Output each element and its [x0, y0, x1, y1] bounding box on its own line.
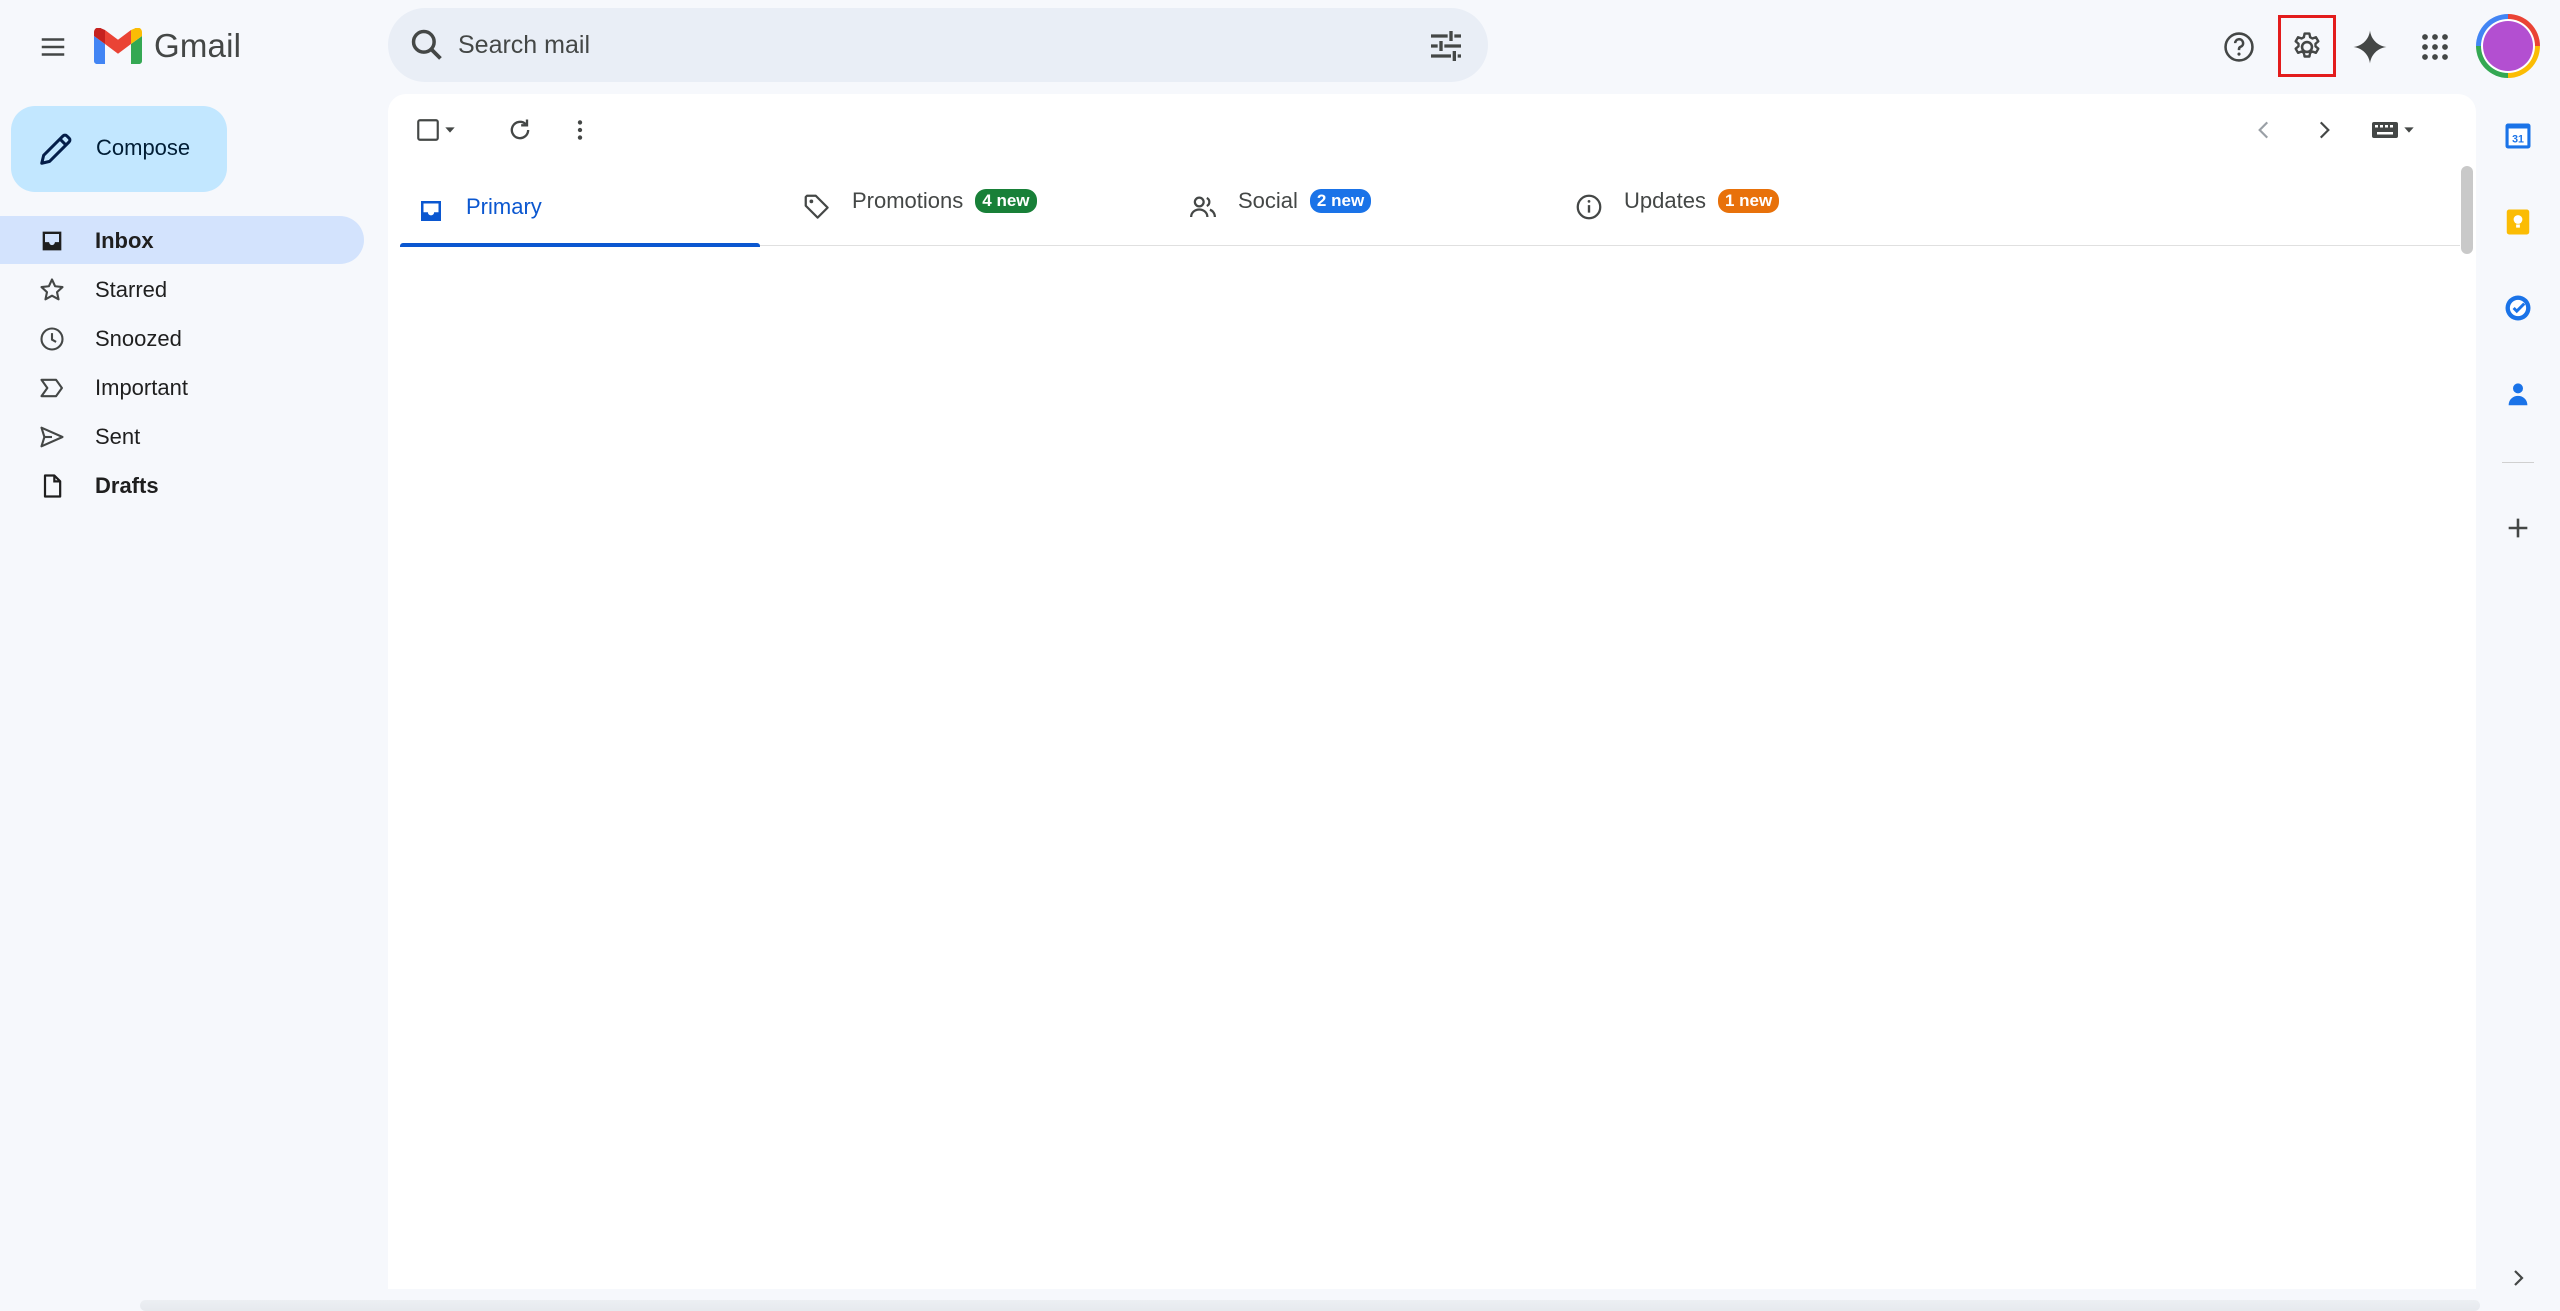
refresh-button[interactable] [500, 110, 540, 150]
help-icon [2224, 32, 2254, 62]
tab-label-text: Updates [1624, 188, 1706, 213]
tab-label-text: Social [1238, 188, 1298, 213]
tab-updates[interactable]: Updates 1 new [1558, 166, 1918, 246]
avatar-image [2483, 21, 2533, 71]
main-menu-button[interactable] [28, 22, 78, 72]
category-tabs: Primary Promotions 4 new Social 2 new Upda… [400, 166, 2460, 247]
sidebar-item-label: Important [95, 375, 188, 400]
contacts-app-button[interactable] [2500, 376, 2536, 412]
tab-promotions[interactable]: Promotions 4 new [786, 166, 1146, 246]
tab-primary[interactable]: Primary [400, 166, 760, 247]
older-button[interactable] [2304, 110, 2344, 150]
avatar-ring [2481, 19, 2535, 73]
info-icon [1576, 194, 1602, 220]
search-options-icon[interactable] [1426, 26, 1466, 66]
draft-icon [43, 474, 62, 498]
sidebar-item-starred[interactable]: Starred [0, 265, 364, 313]
search-bar [388, 8, 1488, 82]
newer-button[interactable] [2244, 110, 2284, 150]
tab-label: Social 2 new [1238, 188, 1372, 214]
svg-text:31: 31 [2512, 133, 2524, 145]
more-vert-icon [577, 120, 583, 140]
search-icon[interactable] [408, 26, 446, 64]
tasks-icon [2505, 295, 2531, 321]
gmail-m-icon [94, 28, 142, 64]
refresh-icon [510, 119, 530, 140]
main-panel: Primary Promotions 4 new Social 2 new Upda… [388, 94, 2476, 1289]
gemini-button[interactable] [2345, 22, 2395, 72]
plus-icon [2508, 518, 2528, 538]
send-icon [40, 426, 64, 448]
scrollbar-thumb[interactable] [2461, 166, 2473, 254]
tab-label: Primary [466, 194, 542, 219]
gmail-logo-text: Gmail [154, 27, 242, 64]
gmail-logo[interactable]: Gmail [94, 24, 241, 68]
settings-highlight-box [2278, 15, 2336, 77]
inbox-icon [421, 201, 441, 221]
apps-grid-icon [2422, 34, 2448, 60]
scrollbar[interactable] [2458, 166, 2474, 1276]
tab-social[interactable]: Social 2 new [1172, 166, 1532, 246]
hamburger-menu-icon [41, 38, 65, 56]
support-button[interactable] [2214, 22, 2264, 72]
pencil-icon [40, 133, 72, 165]
sidebar-item-inbox[interactable]: Inbox [0, 216, 364, 264]
new-count-badge: 4 new [975, 189, 1037, 213]
tab-label: Promotions 4 new [852, 188, 1037, 214]
inbox-icon [42, 231, 62, 251]
people-icon [1190, 196, 1216, 218]
google-apps-button[interactable] [2410, 22, 2460, 72]
sidebar-item-drafts[interactable]: Drafts [0, 461, 364, 509]
chevron-left-icon [2258, 121, 2269, 139]
tab-label: Updates 1 new [1624, 188, 1780, 214]
sidebar-item-sent[interactable]: Sent [0, 412, 364, 460]
sidebar-item-label: Sent [95, 424, 141, 449]
get-addons-button[interactable] [2500, 510, 2536, 546]
side-panel-divider [2502, 462, 2534, 463]
new-count-badge: 2 new [1309, 189, 1372, 213]
sidebar-item-label: Drafts [95, 473, 159, 498]
list-toolbar [388, 94, 2476, 166]
sidebar-item-important[interactable]: Important [0, 363, 364, 411]
sidebar-nav: Inbox Starred Snoozed Important Sent Dra… [0, 216, 364, 510]
important-icon [40, 378, 63, 398]
caret-down-icon [2404, 127, 2414, 133]
chevron-right-icon [2514, 1270, 2524, 1286]
keyboard-icon [2372, 122, 2398, 138]
more-options-button[interactable] [560, 110, 600, 150]
calendar-app-button[interactable]: 31 [2500, 118, 2536, 154]
compose-button[interactable]: Compose [11, 106, 227, 192]
select-dropdown-button[interactable] [438, 110, 462, 150]
chevron-right-icon [2319, 121, 2330, 139]
top-bar: Gmail [0, 0, 2560, 92]
search-input[interactable] [456, 22, 1336, 68]
calendar-icon: 31 [2505, 123, 2531, 149]
clock-icon [40, 327, 64, 351]
new-count-badge: 1 new [1717, 189, 1780, 213]
account-avatar[interactable] [2476, 14, 2540, 78]
tab-label-text: Promotions [852, 188, 964, 213]
keep-app-button[interactable] [2500, 204, 2536, 240]
compose-label: Compose [96, 135, 191, 160]
tag-icon [804, 194, 829, 219]
sidebar-item-label: Inbox [95, 228, 154, 253]
input-tools-button[interactable] [2364, 110, 2424, 150]
keep-icon [2506, 209, 2530, 235]
sidebar-item-label: Starred [95, 277, 168, 302]
show-side-panel-button[interactable] [2500, 1260, 2536, 1296]
tasks-app-button[interactable] [2500, 290, 2536, 326]
sparkle-icon [2353, 30, 2387, 64]
contacts-icon [2508, 383, 2528, 406]
bottom-edge-shadow [140, 1300, 2480, 1311]
sidebar-item-snoozed[interactable]: Snoozed [0, 314, 364, 362]
active-tab-indicator [400, 243, 760, 247]
star-icon [40, 278, 64, 301]
sidebar-item-label: Snoozed [95, 326, 182, 351]
caret-down-icon [445, 127, 455, 133]
